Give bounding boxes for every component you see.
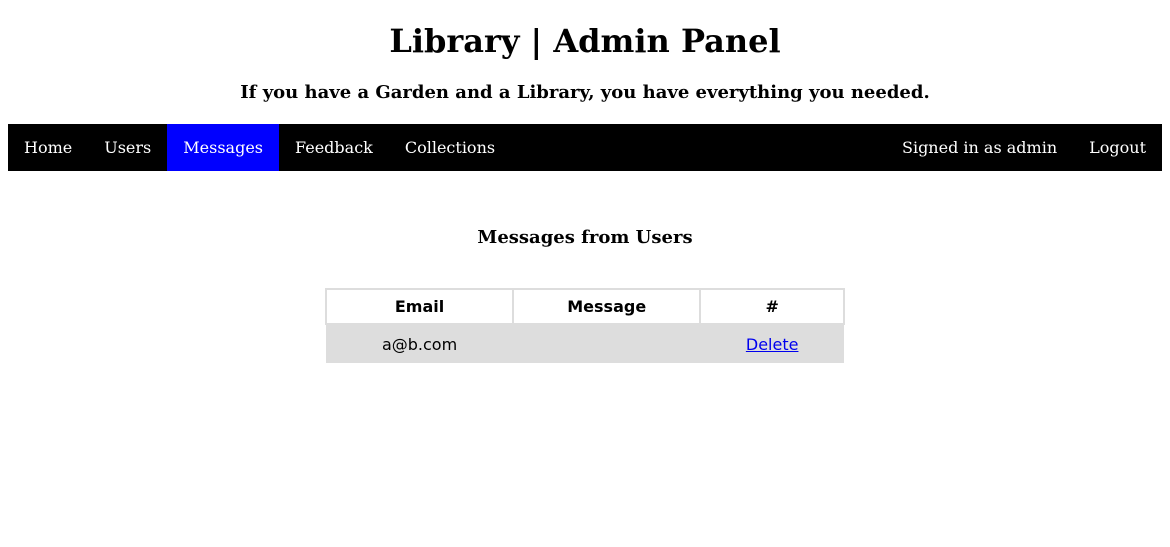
nav-item-users[interactable]: Users (88, 124, 167, 171)
column-header-message: Message (512, 288, 702, 325)
delete-link[interactable]: Delete (746, 335, 799, 354)
nav-item-feedback[interactable]: Feedback (279, 124, 389, 171)
signed-in-label: Signed in as admin (901, 138, 1058, 157)
table-row: a@b.com Delete (326, 324, 844, 363)
site-tagline: If you have a Garden and a Library, you … (240, 82, 930, 103)
nav-item-messages[interactable]: Messages (167, 124, 279, 171)
cell-message (513, 324, 701, 363)
nav-item-collections[interactable]: Collections (389, 124, 511, 171)
messages-table-container: Email Message # a@b.com Delete (324, 288, 845, 363)
cell-action: Delete (700, 324, 844, 363)
column-header-action: # (699, 288, 845, 325)
cell-email: a@b.com (326, 324, 514, 363)
nav-right-group: Signed in as admin Logout (886, 124, 1162, 171)
table-header-row: Email Message # (324, 288, 845, 325)
logout-link[interactable]: Logout (1073, 124, 1162, 171)
main-navbar: Home Users Messages Feedback Collections… (8, 124, 1162, 171)
site-title: Library | Admin Panel (389, 22, 781, 60)
section-title: Messages from Users (477, 227, 693, 248)
messages-table: Email Message # a@b.com Delete (324, 288, 845, 363)
column-header-email: Email (324, 288, 515, 325)
nav-left-group: Home Users Messages Feedback Collections (8, 124, 511, 171)
nav-item-home[interactable]: Home (8, 124, 88, 171)
